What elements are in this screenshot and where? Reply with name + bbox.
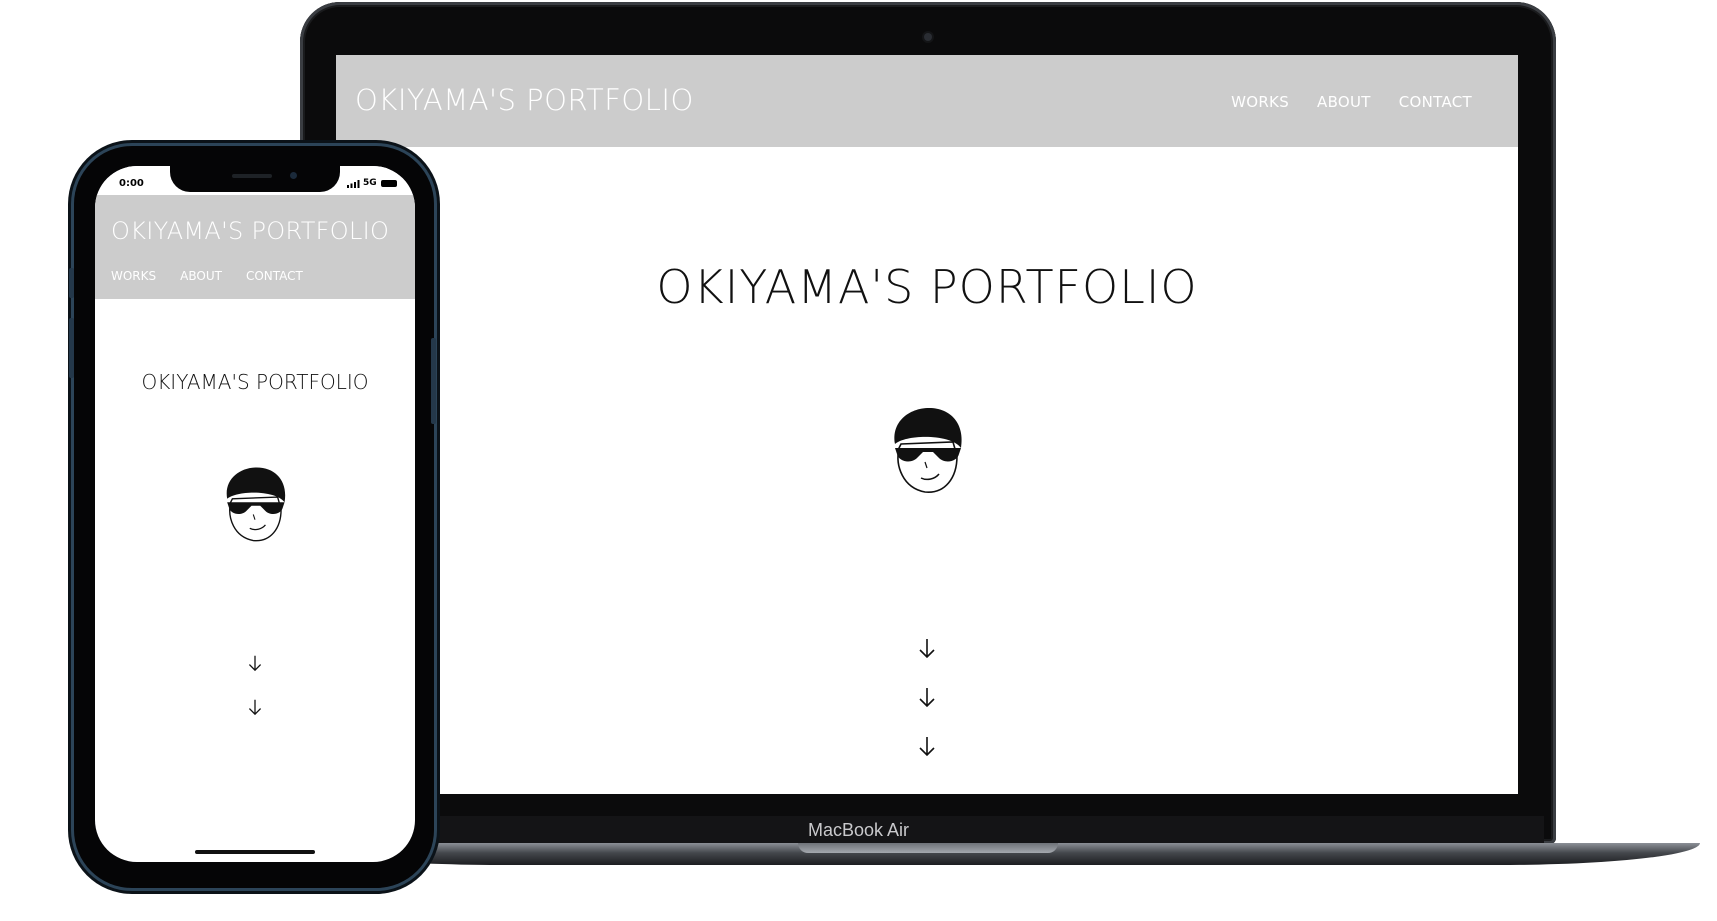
arrow-down-icon[interactable] (247, 698, 263, 716)
laptop-hinge-notch (798, 843, 1058, 853)
site-logo-mobile[interactable]: OKIYAMA'S PORTFOLIO (111, 217, 389, 245)
site-header: OKIYAMA'S PORTFOLIO WORKS ABOUT CONTACT (336, 55, 1518, 147)
nav-about[interactable]: ABOUT (1317, 93, 1371, 111)
home-indicator[interactable] (195, 850, 315, 854)
arrow-down-icon[interactable] (917, 637, 937, 659)
nav-contact-mobile[interactable]: CONTACT (246, 269, 303, 283)
hero-title: OKIYAMA'S PORTFOLIO (656, 260, 1198, 314)
nav-works-mobile[interactable]: WORKS (111, 269, 156, 283)
hero-title-mobile: OKIYAMA'S PORTFOLIO (141, 370, 369, 394)
phone-camera (290, 172, 297, 179)
nav-works[interactable]: WORKS (1231, 93, 1289, 111)
arrow-down-icon[interactable] (247, 654, 263, 672)
phone-notch (170, 166, 340, 192)
phone-mute-button (69, 268, 74, 298)
laptop-screen: OKIYAMA'S PORTFOLIO WORKS ABOUT CONTACT … (336, 55, 1518, 794)
arrow-down-icon[interactable] (917, 735, 937, 757)
battery-icon (381, 180, 397, 187)
arrow-down-icon[interactable] (917, 686, 937, 708)
status-time: 0:00 (119, 178, 144, 189)
avatar-icon (894, 408, 962, 493)
phone-power-button (431, 338, 436, 424)
site-header-mobile: OKIYAMA'S PORTFOLIO WORKS ABOUT CONTACT (95, 195, 415, 299)
nav-about-mobile[interactable]: ABOUT (180, 269, 222, 283)
nav-contact[interactable]: CONTACT (1399, 93, 1472, 111)
phone-screen: 0:00 5G OKIYAMA'S PORTFOLIO WORKS ABOUT … (95, 166, 415, 862)
laptop-camera (924, 33, 932, 41)
phone-speaker (232, 174, 272, 178)
site-nav: WORKS ABOUT CONTACT (1231, 93, 1472, 111)
phone-volume-button (69, 318, 74, 378)
signal-icon (347, 180, 360, 188)
site-logo[interactable]: OKIYAMA'S PORTFOLIO (355, 83, 694, 117)
network-type: 5G (363, 178, 377, 188)
site-nav-mobile: WORKS ABOUT CONTACT (111, 269, 303, 283)
avatar-icon (226, 467, 286, 542)
